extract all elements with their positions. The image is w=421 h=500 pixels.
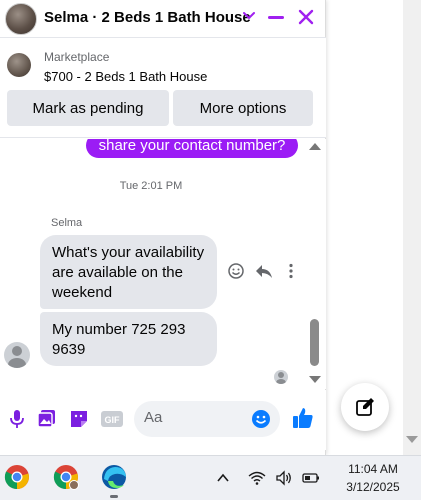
- more-vertical-icon[interactable]: [282, 262, 300, 280]
- message-list[interactable]: share your contact number? Tue 2:01 PM S…: [0, 139, 326, 389]
- marketplace-label: Marketplace: [44, 50, 110, 64]
- sender-avatar[interactable]: [4, 342, 30, 368]
- mark-as-pending-button[interactable]: Mark as pending: [7, 90, 169, 126]
- scroll-up-arrow[interactable]: [309, 143, 321, 150]
- message-composer: GIF: [0, 390, 326, 450]
- chrome-icon[interactable]: [4, 464, 30, 490]
- message-timestamp: Tue 2:01 PM: [119, 180, 183, 192]
- new-message-button[interactable]: [341, 383, 389, 431]
- close-icon[interactable]: [296, 7, 316, 27]
- chevron-down-icon[interactable]: [240, 7, 258, 25]
- minimize-button[interactable]: [268, 16, 284, 19]
- message-input[interactable]: [144, 409, 244, 426]
- taskbar: 11:04 AM 3/12/2025: [0, 455, 421, 500]
- scroll-down-arrow[interactable]: [309, 376, 321, 383]
- microphone-icon[interactable]: [7, 408, 27, 430]
- chrome-profile-icon[interactable]: [53, 464, 79, 490]
- react-emoji-icon[interactable]: [227, 262, 245, 280]
- chat-window: Selma · 2 Beds 1 Bath House Marketplace …: [0, 0, 326, 455]
- clock-time[interactable]: 11:04 AM: [343, 462, 403, 476]
- gif-icon[interactable]: GIF: [100, 408, 124, 430]
- seen-indicator-avatar: [274, 370, 288, 384]
- sticker-icon[interactable]: [69, 408, 89, 430]
- chat-title[interactable]: Selma · 2 Beds 1 Bath House: [44, 9, 251, 26]
- outgoing-message[interactable]: share your contact number?: [86, 139, 298, 158]
- page-scroll-down-arrow[interactable]: [406, 436, 418, 443]
- compose-icon: [356, 398, 374, 416]
- message-input-box[interactable]: [134, 401, 280, 437]
- sender-name: Selma: [51, 217, 83, 229]
- reply-icon[interactable]: [255, 262, 273, 280]
- incoming-message[interactable]: My number 725 293 9639: [40, 312, 217, 366]
- emoji-icon[interactable]: [250, 408, 272, 430]
- contact-avatar[interactable]: [5, 3, 37, 35]
- wifi-icon[interactable]: [248, 470, 266, 486]
- clock-date[interactable]: 3/12/2025: [338, 480, 408, 494]
- incoming-message[interactable]: What's your availability are available o…: [40, 235, 217, 309]
- battery-icon[interactable]: [302, 470, 320, 486]
- svg-text:GIF: GIF: [105, 415, 121, 425]
- image-icon[interactable]: [37, 408, 57, 430]
- chevron-up-icon[interactable]: [214, 470, 232, 486]
- more-options-button[interactable]: More options: [173, 90, 313, 126]
- volume-icon[interactable]: [275, 470, 293, 486]
- listing-title[interactable]: $700 - 2 Beds 1 Bath House: [44, 69, 207, 84]
- marketplace-banner: Marketplace $700 - 2 Beds 1 Bath House M…: [0, 38, 326, 138]
- edge-icon[interactable]: [101, 464, 127, 490]
- listing-thumbnail[interactable]: [7, 53, 31, 77]
- thumbs-up-icon[interactable]: [291, 406, 315, 430]
- page-scrollbar[interactable]: [403, 0, 421, 455]
- chat-header[interactable]: Selma · 2 Beds 1 Bath House: [0, 0, 326, 38]
- active-app-indicator: [110, 495, 118, 498]
- scrollbar-thumb[interactable]: [310, 319, 319, 366]
